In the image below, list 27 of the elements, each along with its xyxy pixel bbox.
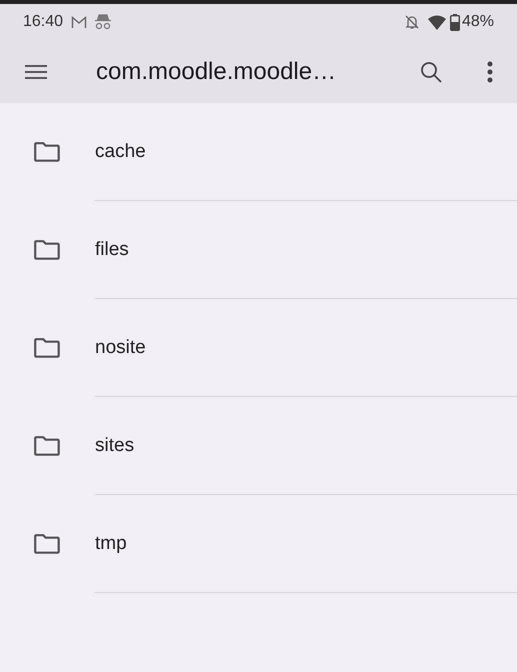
folder-name: nosite (95, 336, 146, 360)
more-options-button[interactable] (485, 60, 495, 84)
folder-icon (34, 534, 60, 554)
folder-icon (34, 436, 60, 456)
folder-icon (34, 240, 60, 260)
incognito-icon (94, 14, 112, 30)
mail-icon (71, 16, 88, 28)
muted-bell-icon (404, 14, 420, 30)
battery-icon (450, 14, 460, 30)
folder-item[interactable]: cache (0, 103, 517, 201)
folder-icon (34, 338, 60, 358)
folder-item[interactable]: files (0, 201, 517, 299)
wifi-icon (428, 14, 446, 30)
menu-icon (25, 64, 47, 78)
folder-item[interactable]: nosite (0, 299, 517, 397)
folder-item[interactable]: tmp (0, 495, 517, 593)
folder-name: cache (95, 140, 146, 164)
battery-percent: 48% (462, 12, 494, 32)
status-time: 16:40 (23, 12, 64, 32)
search-icon (420, 60, 442, 82)
app-title: com.moodle.moodle… (96, 56, 336, 86)
folder-name: sites (95, 434, 134, 458)
more-icon (487, 60, 493, 82)
folder-name: files (95, 238, 129, 262)
folder-icon (34, 142, 60, 162)
folder-item[interactable]: sites (0, 397, 517, 495)
folder-name: tmp (95, 532, 127, 556)
